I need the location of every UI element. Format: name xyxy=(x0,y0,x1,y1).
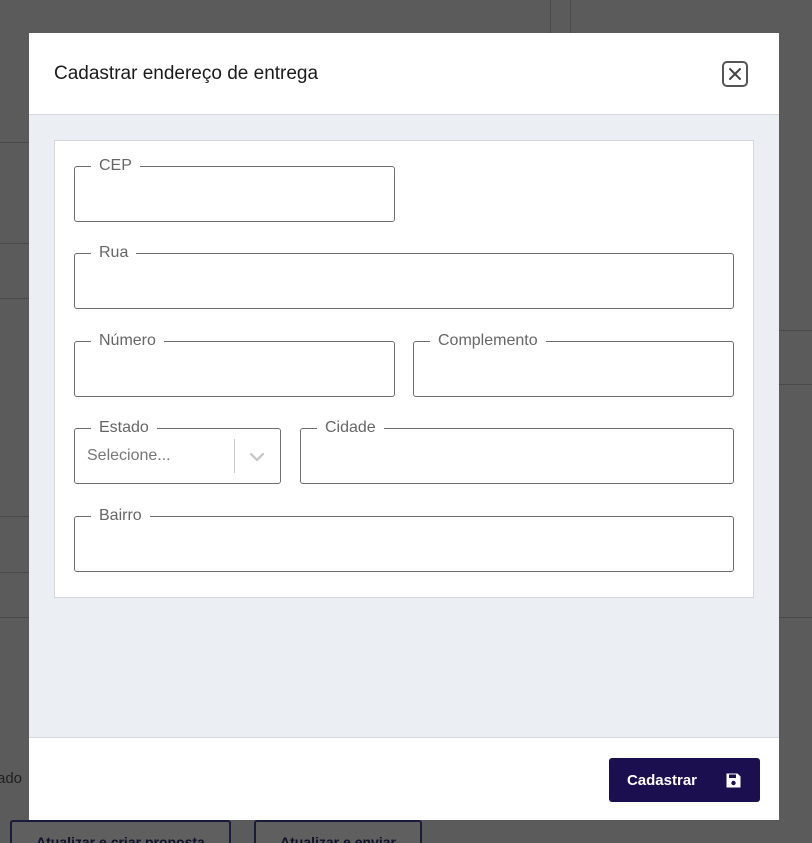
bg-divider xyxy=(0,243,29,244)
bg-divider xyxy=(0,516,29,517)
complemento-label: Complemento xyxy=(430,332,546,350)
numero-field[interactable]: Número xyxy=(74,332,395,397)
bg-divider xyxy=(0,572,29,573)
cep-input[interactable] xyxy=(87,183,382,209)
select-separator xyxy=(234,439,235,473)
cadastrar-label: Cadastrar xyxy=(626,771,698,789)
estado-placeholder: Selecione... xyxy=(87,447,171,464)
bg-divider xyxy=(0,617,29,618)
bg-partial-text: rado xyxy=(0,770,23,787)
close-button[interactable] xyxy=(722,61,748,87)
chevron-down-icon[interactable] xyxy=(247,447,267,467)
save-icon xyxy=(726,773,741,787)
cidade-label: Cidade xyxy=(317,419,384,437)
bg-divider xyxy=(0,298,29,299)
estado-select[interactable]: Estado Selecione... xyxy=(74,419,281,484)
estado-label: Estado xyxy=(91,419,157,437)
numero-input[interactable] xyxy=(87,358,382,384)
address-form: CEP Rua Número Complemento Estado Seleci… xyxy=(54,140,754,598)
bairro-input[interactable] xyxy=(87,533,721,559)
numero-label: Número xyxy=(91,332,164,350)
rua-field[interactable]: Rua xyxy=(74,244,734,309)
cidade-input[interactable] xyxy=(313,445,721,471)
bg-divider xyxy=(0,142,29,143)
cadastrar-button[interactable]: Cadastrar xyxy=(609,758,760,802)
modal-title: Cadastrar endereço de entrega xyxy=(54,63,319,84)
bg-update-create-proposal-button: Atualizar e criar proposta xyxy=(10,820,231,843)
bg-divider xyxy=(550,0,551,33)
complemento-field[interactable]: Complemento xyxy=(413,332,734,397)
cep-field[interactable]: CEP xyxy=(74,157,395,222)
rua-input[interactable] xyxy=(87,270,721,296)
bg-divider xyxy=(779,330,812,331)
cidade-field[interactable]: Cidade xyxy=(300,419,734,484)
bg-update-send-button: Atualizar e enviar xyxy=(254,820,422,843)
rua-label: Rua xyxy=(91,244,137,262)
complemento-input[interactable] xyxy=(426,358,721,384)
bairro-field[interactable]: Bairro xyxy=(74,507,734,572)
bg-divider xyxy=(779,617,812,618)
modal-header: Cadastrar endereço de entrega xyxy=(29,33,779,115)
bg-divider xyxy=(779,384,812,385)
bairro-label: Bairro xyxy=(91,507,150,525)
close-icon xyxy=(729,68,741,80)
address-modal: Cadastrar endereço de entrega CEP Rua Nú… xyxy=(29,33,779,820)
modal-body: CEP Rua Número Complemento Estado Seleci… xyxy=(29,115,779,738)
modal-footer: Cadastrar xyxy=(29,737,779,820)
bg-divider xyxy=(570,0,571,33)
cep-label: CEP xyxy=(91,157,140,175)
